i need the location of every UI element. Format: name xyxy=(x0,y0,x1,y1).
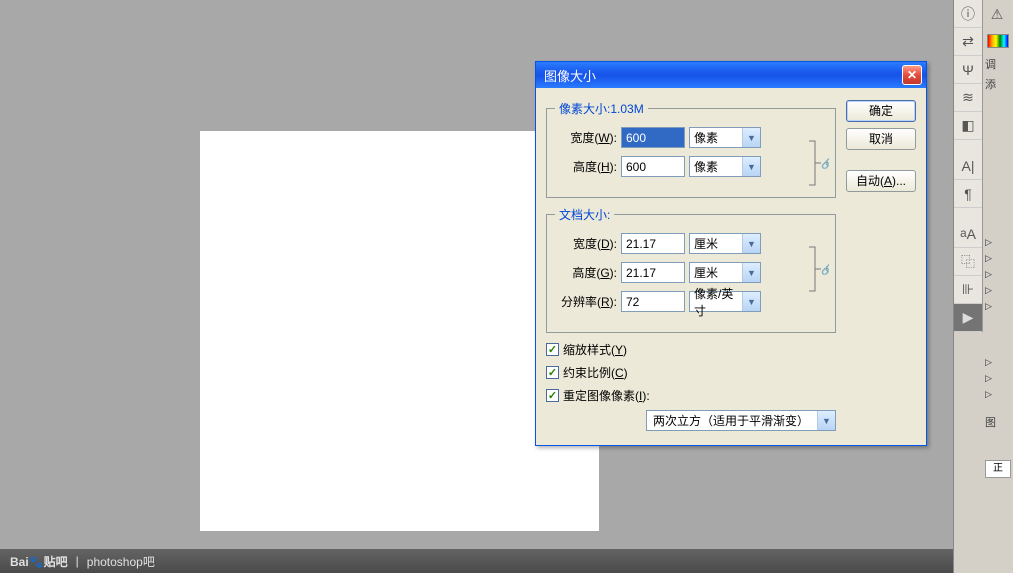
link-icon[interactable]: 🔗 xyxy=(807,137,829,189)
doc-width-input[interactable] xyxy=(621,233,685,254)
resample-checkbox[interactable]: ✓ xyxy=(546,389,559,402)
doc-width-unit[interactable]: 厘米▼ xyxy=(689,233,761,254)
document-size-group: 文档大小: 宽度(D): 厘米▼ 高度(G): 厘米▼ 分辨率(R): 像素/英… xyxy=(546,206,836,333)
panel-label-1: 调 xyxy=(983,54,1013,74)
panel-label-2: 添 xyxy=(983,74,1013,94)
pixel-height-unit[interactable]: 像素▼ xyxy=(689,156,761,177)
close-button[interactable]: ✕ xyxy=(902,65,922,85)
chevron-down-icon: ▼ xyxy=(742,128,760,147)
styles-icon[interactable]: Ψ xyxy=(954,56,982,84)
chevron-down-icon: ▼ xyxy=(742,157,760,176)
resample-method-select[interactable]: 两次立方（适用于平滑渐变） ▼ xyxy=(646,410,836,431)
panel-label-3: 图 xyxy=(983,412,1013,432)
brush-icon[interactable]: ⊪ xyxy=(954,276,982,304)
footer-logo: Bai🐾贴吧 xyxy=(10,553,68,570)
resolution-input[interactable] xyxy=(621,291,685,312)
tri-2[interactable]: ▷ xyxy=(983,250,1013,266)
clone-icon[interactable]: ⿻ xyxy=(954,248,982,276)
cancel-button[interactable]: 取消 xyxy=(846,128,916,150)
a-icon[interactable]: aA xyxy=(954,220,982,248)
chevron-down-icon: ▼ xyxy=(817,411,835,430)
chevron-down-icon: ▼ xyxy=(742,234,760,253)
chevron-down-icon: ▼ xyxy=(742,292,760,311)
constrain-checkbox[interactable]: ✓ xyxy=(546,366,559,379)
dialog-title: 图像大小 xyxy=(544,66,902,85)
height-label: 高度(H): xyxy=(555,158,617,175)
tri-7[interactable]: ▷ xyxy=(983,370,1013,386)
normal-button[interactable]: 正 xyxy=(985,460,1011,478)
mask-icon[interactable]: ◧ xyxy=(954,112,982,140)
tri-4[interactable]: ▷ xyxy=(983,282,1013,298)
resample-label: 重定图像像素(I): xyxy=(563,387,650,404)
doc-width-label: 宽度(D): xyxy=(555,235,617,252)
svg-text:🔗: 🔗 xyxy=(821,263,829,276)
image-size-dialog: 图像大小 ✕ 像素大小:1.03M 宽度(W): 像素▼ 高度(H): 像素▼ … xyxy=(535,61,927,446)
char-icon[interactable]: A| xyxy=(954,152,982,180)
tri-1[interactable]: ▷ xyxy=(983,234,1013,250)
doc-legend: 文档大小: xyxy=(555,206,614,223)
resolution-unit[interactable]: 像素/英寸▼ xyxy=(689,291,761,312)
play-icon[interactable]: ▶ xyxy=(954,304,982,332)
tri-6[interactable]: ▷ xyxy=(983,354,1013,370)
doc-height-input[interactable] xyxy=(621,262,685,283)
pixel-width-input[interactable] xyxy=(621,127,685,148)
info-icon[interactable]: ⓘ xyxy=(954,0,982,28)
tri-5[interactable]: ▷ xyxy=(983,298,1013,314)
doc-height-label: 高度(G): xyxy=(555,264,617,281)
scale-styles-label: 缩放样式(Y) xyxy=(563,341,627,358)
pixel-dimensions-group: 像素大小:1.03M 宽度(W): 像素▼ 高度(H): 像素▼ 🔗 xyxy=(546,100,836,198)
footer-text: photoshop吧 xyxy=(87,553,155,570)
pixel-height-input[interactable] xyxy=(621,156,685,177)
color-swatch[interactable] xyxy=(987,34,1009,48)
warn-icon[interactable]: ⚠ xyxy=(983,0,1011,28)
chevron-down-icon: ▼ xyxy=(742,263,760,282)
ok-button[interactable]: 确定 xyxy=(846,100,916,122)
tri-3[interactable]: ▷ xyxy=(983,266,1013,282)
footer-sep: | xyxy=(76,554,79,568)
para-icon[interactable]: ¶ xyxy=(954,180,982,208)
pixel-width-unit[interactable]: 像素▼ xyxy=(689,127,761,148)
right-panel: ⓘ ⇄ Ψ ≋ ◧ A| ¶ aA ⿻ ⊪ ▶ ⚠ 调 添 ▷ ▷ ▷ ▷ ▷ … xyxy=(953,0,1013,573)
constrain-label: 约束比例(C) xyxy=(563,364,628,381)
swatches-icon[interactable]: ⇄ xyxy=(954,28,982,56)
scale-styles-checkbox[interactable]: ✓ xyxy=(546,343,559,356)
svg-text:🔗: 🔗 xyxy=(821,157,829,170)
width-label: 宽度(W): xyxy=(555,129,617,146)
tri-8[interactable]: ▷ xyxy=(983,386,1013,402)
pixel-legend: 像素大小:1.03M xyxy=(555,100,648,117)
doc-height-unit[interactable]: 厘米▼ xyxy=(689,262,761,283)
resolution-label: 分辨率(R): xyxy=(555,293,617,310)
adjust-icon[interactable]: ≋ xyxy=(954,84,982,112)
link-icon[interactable]: 🔗 xyxy=(807,243,829,295)
titlebar[interactable]: 图像大小 ✕ xyxy=(536,62,926,88)
auto-button[interactable]: 自动(A)... xyxy=(846,170,916,192)
footer: Bai🐾贴吧 | photoshop吧 xyxy=(0,549,953,573)
